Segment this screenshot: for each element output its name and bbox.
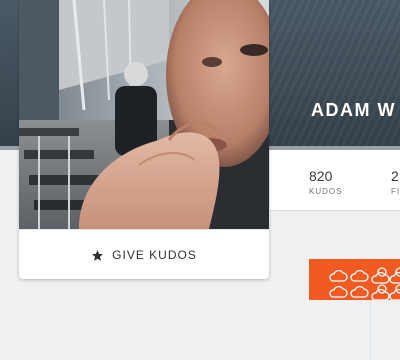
weather-widget[interactable]	[309, 259, 400, 300]
stat-kudos-label: KUDOS	[309, 187, 343, 196]
sun-cloud-icon	[371, 284, 390, 300]
cover-texture	[270, 0, 400, 150]
sun-cloud-icon	[389, 284, 400, 300]
profile-name: ADAM W	[311, 100, 396, 120]
stat-second[interactable]: 2 FI	[391, 168, 400, 196]
stats-bar: 820 KUDOS 2 FI	[270, 150, 400, 360]
stat-kudos[interactable]: 820 KUDOS	[309, 168, 342, 196]
sun-cloud-icon	[371, 267, 390, 284]
sun-cloud-icon	[389, 267, 400, 284]
stat-second-label: FI	[391, 187, 400, 196]
weather-icons	[329, 267, 400, 300]
cloud-icon	[350, 269, 369, 282]
profile-photo-image	[19, 0, 269, 229]
give-kudos-label: GIVE KUDOS	[112, 248, 197, 262]
profile-card: GIVE KUDOS	[19, 0, 269, 279]
stat-kudos-value: 820	[309, 168, 333, 184]
profile-photo	[19, 0, 269, 229]
cloud-icon	[350, 285, 369, 298]
star-icon	[92, 249, 104, 261]
cloud-icon	[329, 269, 348, 282]
cloud-icon	[329, 285, 348, 298]
stat-second-value: 2	[391, 168, 399, 184]
give-kudos-button[interactable]: GIVE KUDOS	[19, 229, 269, 279]
stat-divider	[370, 300, 371, 360]
